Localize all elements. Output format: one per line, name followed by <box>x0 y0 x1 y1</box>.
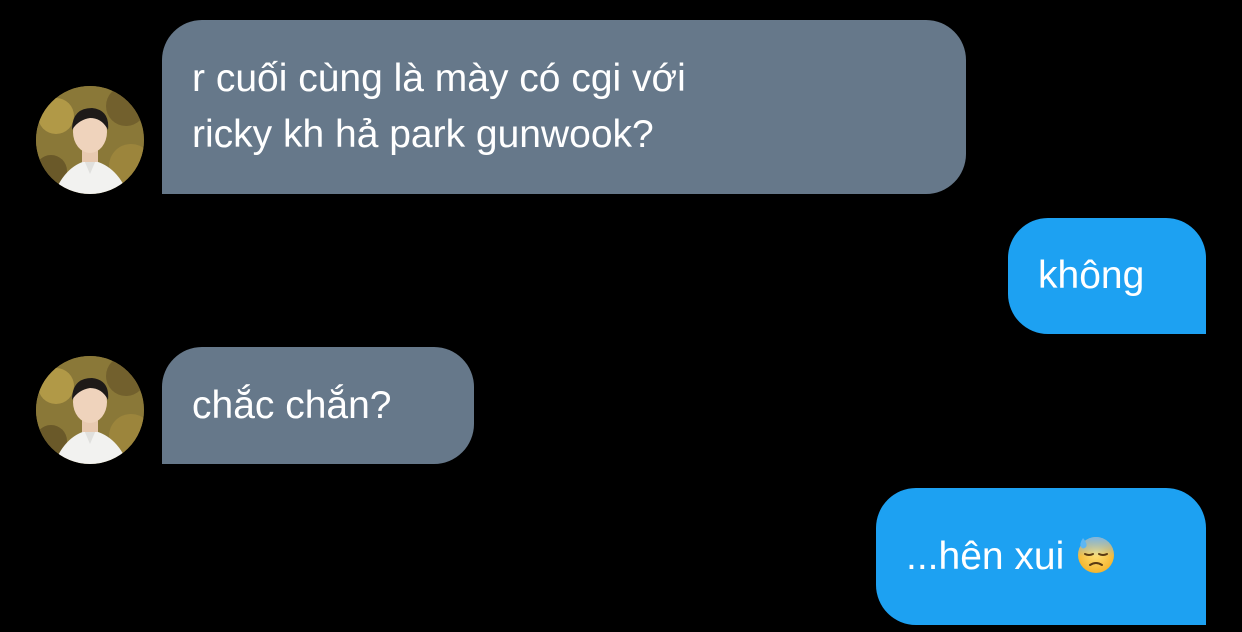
incoming-message-bubble[interactable]: r cuối cùng là mày có cgi với ricky kh h… <box>162 20 966 194</box>
outgoing-message-bubble[interactable]: không <box>1008 218 1206 334</box>
downcast-face-with-sweat-emoji <box>1078 536 1115 573</box>
message-text: r cuối cùng là mày có cgi với ricky kh h… <box>192 57 686 156</box>
outgoing-message-bubble[interactable]: ...hên xui <box>876 488 1206 625</box>
avatar-image <box>36 356 144 464</box>
message-text: không <box>1038 254 1145 297</box>
avatar[interactable] <box>36 86 144 194</box>
message-text: chắc chắn? <box>192 383 392 427</box>
avatar-image <box>36 86 144 194</box>
message-text: ...hên xui <box>906 534 1065 578</box>
incoming-message-bubble[interactable]: chắc chắn? <box>162 347 474 464</box>
avatar[interactable] <box>36 356 144 464</box>
